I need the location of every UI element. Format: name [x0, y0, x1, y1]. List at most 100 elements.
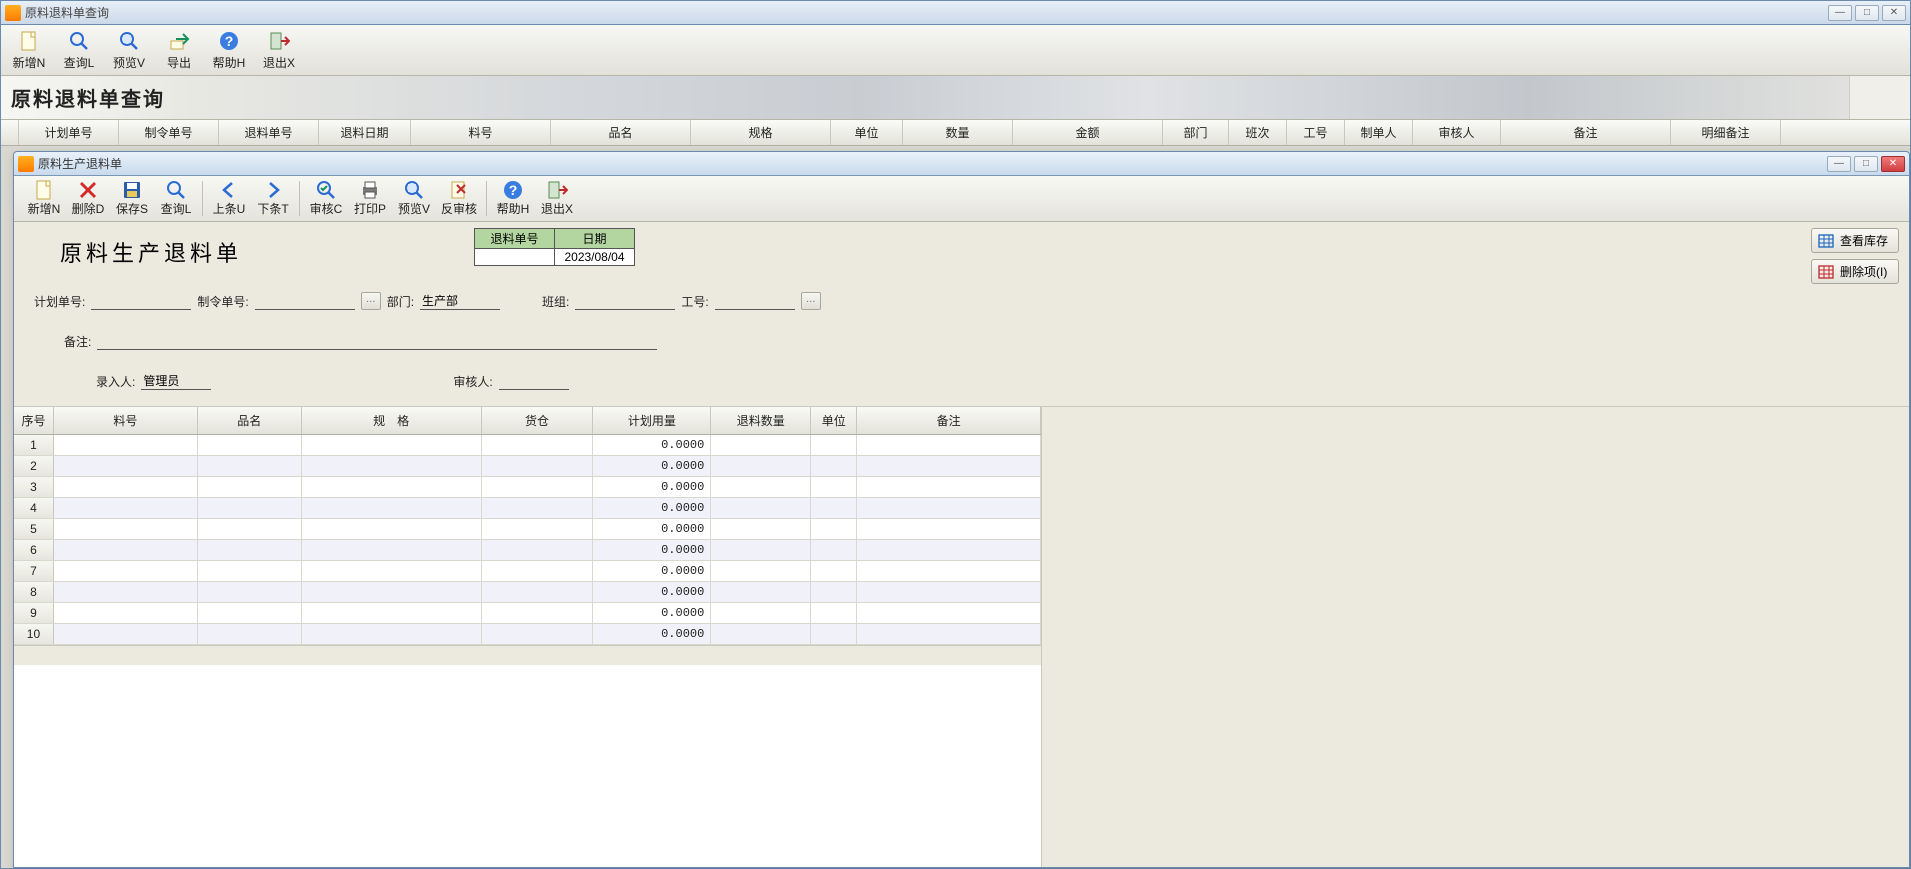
detail-column-header-remark[interactable]: 备注: [857, 407, 1041, 434]
cell-spec[interactable]: [302, 603, 482, 623]
cell-name[interactable]: [198, 582, 302, 602]
table-row[interactable]: 10.0000: [14, 435, 1041, 456]
detail-column-header-plan[interactable]: 计划用量: [593, 407, 711, 434]
cell-remark[interactable]: [857, 582, 1041, 602]
order-no-input[interactable]: [255, 292, 355, 310]
cell-spec[interactable]: [302, 498, 482, 518]
column-header[interactable]: 明细备注: [1671, 120, 1781, 145]
next-button[interactable]: 下条T: [253, 178, 293, 219]
cell-qty[interactable]: [711, 624, 811, 644]
column-header[interactable]: 备注: [1501, 120, 1671, 145]
cell-wh[interactable]: [482, 561, 594, 581]
table-row[interactable]: 20.0000: [14, 456, 1041, 477]
cell-mat[interactable]: [54, 603, 198, 623]
cell-unit[interactable]: [811, 519, 857, 539]
table-row[interactable]: 40.0000: [14, 498, 1041, 519]
cell-spec[interactable]: [302, 582, 482, 602]
column-header[interactable]: 金额: [1013, 120, 1163, 145]
column-header[interactable]: 制令单号: [119, 120, 219, 145]
cell-unit[interactable]: [811, 435, 857, 455]
cell-qty[interactable]: [711, 498, 811, 518]
column-header[interactable]: 计划单号: [19, 120, 119, 145]
cell-mat[interactable]: [54, 456, 198, 476]
column-header[interactable]: 班次: [1229, 120, 1287, 145]
exit-button[interactable]: 退出X: [257, 27, 301, 73]
exit-button[interactable]: 退出X: [537, 178, 577, 219]
remark-input[interactable]: [97, 332, 657, 350]
cell-unit[interactable]: [811, 603, 857, 623]
cell-mat[interactable]: [54, 540, 198, 560]
cell-name[interactable]: [198, 540, 302, 560]
cell-unit[interactable]: [811, 624, 857, 644]
table-row[interactable]: 30.0000: [14, 477, 1041, 498]
cell-qty[interactable]: [711, 456, 811, 476]
column-header[interactable]: 审核人: [1413, 120, 1501, 145]
inner-minimize-button[interactable]: —: [1827, 156, 1851, 172]
cell-qty[interactable]: [711, 540, 811, 560]
help-button[interactable]: ?帮助H: [493, 178, 533, 219]
cell-remark[interactable]: [857, 456, 1041, 476]
cell-plan[interactable]: 0.0000: [593, 561, 711, 581]
detail-column-header-seq[interactable]: 序号: [14, 407, 54, 434]
table-row[interactable]: 70.0000: [14, 561, 1041, 582]
view-stock-button[interactable]: 查看库存: [1811, 228, 1899, 253]
approver-input[interactable]: [499, 372, 569, 390]
cell-qty[interactable]: [711, 582, 811, 602]
cell-remark[interactable]: [857, 435, 1041, 455]
minimize-button[interactable]: —: [1828, 5, 1852, 21]
export-button[interactable]: 导出: [157, 27, 201, 73]
cell-spec[interactable]: [302, 456, 482, 476]
cell-spec[interactable]: [302, 477, 482, 497]
print-button[interactable]: 打印P: [350, 178, 390, 219]
cell-name[interactable]: [198, 477, 302, 497]
query-button[interactable]: 查询L: [57, 27, 101, 73]
cell-plan[interactable]: 0.0000: [593, 435, 711, 455]
cell-wh[interactable]: [482, 624, 594, 644]
shift-input[interactable]: [575, 292, 675, 310]
plan-no-input[interactable]: [91, 292, 191, 310]
cell-unit[interactable]: [811, 498, 857, 518]
inner-close-button[interactable]: ✕: [1881, 156, 1905, 172]
cell-spec[interactable]: [302, 540, 482, 560]
cell-name[interactable]: [198, 519, 302, 539]
preview-button[interactable]: 预览V: [107, 27, 151, 73]
cell-wh[interactable]: [482, 519, 594, 539]
table-row[interactable]: 60.0000: [14, 540, 1041, 561]
detail-column-header-spec[interactable]: 规 格: [302, 407, 482, 434]
cell-wh[interactable]: [482, 498, 594, 518]
cell-unit[interactable]: [811, 540, 857, 560]
unaudit-button[interactable]: 反审核: [438, 178, 480, 219]
query-button[interactable]: 查询L: [156, 178, 196, 219]
cell-unit[interactable]: [811, 456, 857, 476]
cell-wh[interactable]: [482, 540, 594, 560]
cell-plan[interactable]: 0.0000: [593, 456, 711, 476]
cell-remark[interactable]: [857, 498, 1041, 518]
column-header[interactable]: 部门: [1163, 120, 1229, 145]
cell-mat[interactable]: [54, 561, 198, 581]
detail-column-header-wh[interactable]: 货仓: [482, 407, 594, 434]
prev-button[interactable]: 上条U: [209, 178, 249, 219]
cell-wh[interactable]: [482, 582, 594, 602]
cell-qty[interactable]: [711, 477, 811, 497]
save-button[interactable]: 保存S: [112, 178, 152, 219]
cell-unit[interactable]: [811, 582, 857, 602]
emp-picker[interactable]: …: [801, 292, 821, 310]
cell-mat[interactable]: [54, 498, 198, 518]
cell-spec[interactable]: [302, 435, 482, 455]
cell-qty[interactable]: [711, 435, 811, 455]
cell-mat[interactable]: [54, 582, 198, 602]
column-header[interactable]: 制单人: [1345, 120, 1413, 145]
new-button[interactable]: 新增N: [7, 27, 51, 73]
detail-column-header-qty[interactable]: 退料数量: [711, 407, 811, 434]
close-button[interactable]: ✕: [1882, 5, 1906, 21]
cell-mat[interactable]: [54, 519, 198, 539]
cell-name[interactable]: [198, 456, 302, 476]
column-header[interactable]: 料号: [411, 120, 551, 145]
maximize-button[interactable]: □: [1855, 5, 1879, 21]
mini-value-date[interactable]: 2023/08/04: [555, 249, 635, 266]
cell-qty[interactable]: [711, 603, 811, 623]
cell-name[interactable]: [198, 624, 302, 644]
cell-qty[interactable]: [711, 519, 811, 539]
cell-plan[interactable]: 0.0000: [593, 582, 711, 602]
cell-remark[interactable]: [857, 561, 1041, 581]
